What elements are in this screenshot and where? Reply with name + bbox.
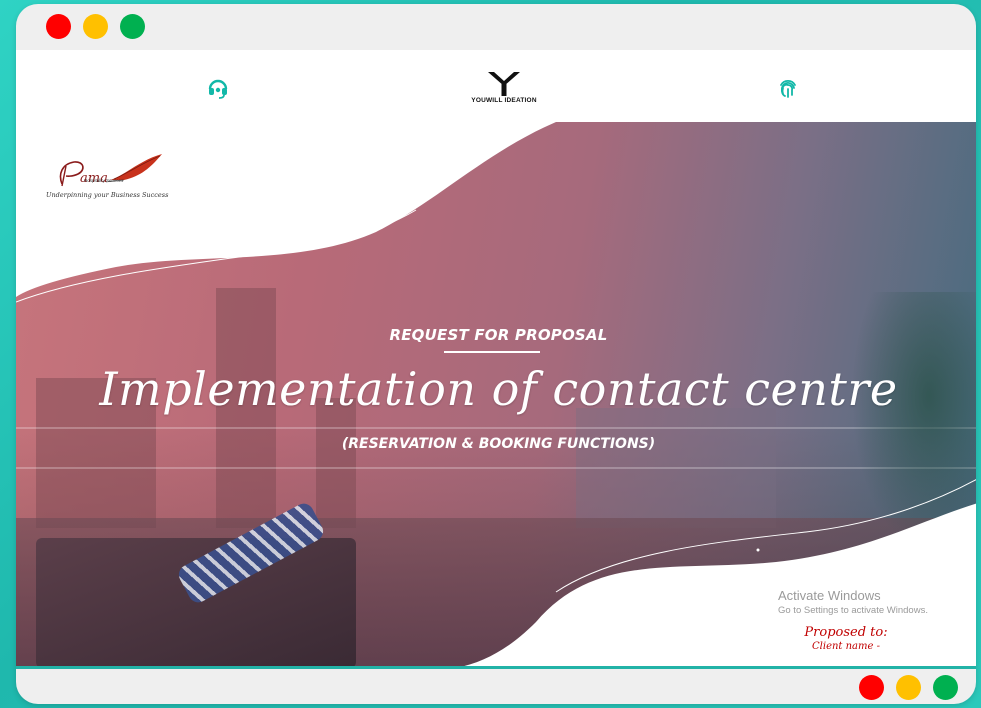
presentation-window: YOUWILL IDEATION ama Hospitality Service…	[16, 4, 976, 704]
youwill-logo-text: YOUWILL IDEATION	[471, 97, 537, 104]
youwill-mark-icon	[488, 72, 520, 96]
activate-windows-title: Activate Windows	[778, 588, 881, 603]
youwill-ideation-logo: YOUWILL IDEATION	[449, 72, 559, 106]
client-name: Client name -	[812, 641, 880, 652]
green-dot-icon[interactable]	[120, 14, 145, 39]
activate-windows-watermark: Activate Windows Go to Settings to activ…	[778, 588, 928, 616]
yellow-dot-icon[interactable]	[83, 14, 108, 39]
activate-windows-hint: Go to Settings to activate Windows.	[778, 605, 928, 616]
proposed-to-label: Proposed to:	[804, 625, 888, 640]
slide-title: Implementation of contact centre	[99, 362, 898, 416]
top-toolbar: YOUWILL IDEATION	[16, 50, 976, 122]
pama-subtitle: Hospitality Services	[84, 178, 124, 183]
pama-tagline: Underpinning your Business Success	[46, 191, 169, 199]
red-dot-icon[interactable]	[46, 14, 71, 39]
proposed-to-block: Proposed to: Client name -	[776, 625, 916, 652]
window-controls-bottom	[859, 675, 958, 700]
fingerprint-icon[interactable]	[776, 76, 800, 100]
green-dot-icon[interactable]	[933, 675, 958, 700]
yellow-dot-icon[interactable]	[896, 675, 921, 700]
accent-divider	[16, 666, 976, 669]
title-slide: ama Hospitality Services Underpinning yo…	[16, 122, 976, 668]
red-dot-icon[interactable]	[859, 675, 884, 700]
slide-subtitle: (RESERVATION & BOOKING FUNCTIONS)	[341, 436, 656, 452]
headset-icon[interactable]	[206, 76, 230, 100]
window-controls-top	[46, 14, 145, 39]
rfp-divider	[444, 351, 540, 353]
rfp-label: REQUEST FOR PROPOSAL	[389, 326, 608, 344]
